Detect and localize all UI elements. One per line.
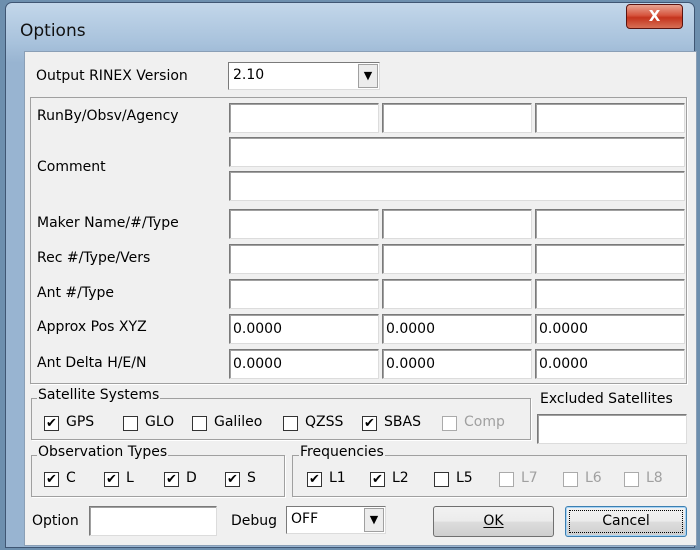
ok-button[interactable]: OK [433,506,554,537]
receiver-number-field[interactable] [229,244,379,274]
satellite-comp-checkbox [442,416,457,431]
obs-type-d-checkbox[interactable]: ✔ [164,472,179,487]
obs-type-d-label: D [186,470,197,486]
approx-pos-z-field[interactable]: 0.0000 [535,314,685,344]
antenna-type-field[interactable] [382,279,532,309]
frequency-l5-label: L5 [456,470,473,486]
frequency-l6-checkbox [563,472,578,487]
satellite-qzss-checkbox[interactable] [283,416,298,431]
satellite-gps-label: GPS [66,414,95,430]
satellite-qzss-label: QZSS [305,414,344,430]
approx-pos-label: Approx Pos XYZ [37,319,147,335]
runby-label: RunBy/Obsv/Agency [37,108,179,124]
satellite-galileo-label: Galileo [214,414,263,430]
focus-rectangle [569,510,683,533]
maker-name-field[interactable] [229,209,379,239]
observation-types-title: Observation Types [37,444,169,460]
debug-select[interactable]: OFF ▼ [286,506,386,534]
frequency-l6-label: L6 [585,470,602,486]
chevron-down-icon[interactable]: ▼ [364,508,384,532]
maker-label: Maker Name/#/Type [37,215,179,231]
receiver-label: Rec #/Type/Vers [37,250,151,266]
satellite-gps-checkbox[interactable]: ✔ [44,416,59,431]
agency-field[interactable] [535,103,685,133]
satellite-comp-label: Comp [464,414,505,430]
comment-label: Comment [37,159,106,175]
obs-type-c-label: C [66,470,76,486]
maker-type-field[interactable] [535,209,685,239]
satellite-systems-title: Satellite Systems [37,387,161,403]
frequency-l1-label: L1 [329,470,346,486]
rinex-version-label: Output RINEX Version [36,68,188,84]
frequency-l1-checkbox[interactable]: ✔ [307,472,322,487]
satellite-sbas-checkbox[interactable]: ✔ [362,416,377,431]
frequency-l5-checkbox[interactable] [434,472,449,487]
chevron-down-icon[interactable]: ▼ [358,64,378,88]
satellite-glo-label: GLO [145,414,175,430]
satellite-sbas-label: SBAS [384,414,421,430]
obs-type-s-checkbox[interactable]: ✔ [225,472,240,487]
obs-type-s-label: S [247,470,256,486]
debug-value: OFF [291,511,319,527]
observer-field[interactable] [382,103,532,133]
frequency-l8-checkbox [624,472,639,487]
obs-type-l-checkbox[interactable]: ✔ [104,472,119,487]
debug-label: Debug [231,513,278,529]
close-icon: X [648,7,661,25]
obs-type-c-checkbox[interactable]: ✔ [44,472,59,487]
excluded-satellites-label: Excluded Satellites [540,391,673,407]
option-label: Option [32,513,79,529]
frequency-l7-checkbox [499,472,514,487]
comment-field-2[interactable] [229,171,685,201]
antenna-label: Ant #/Type [37,285,114,301]
frequency-l2-label: L2 [392,470,409,486]
runby-field[interactable] [229,103,379,133]
maker-number-field[interactable] [382,209,532,239]
ant-delta-h-field[interactable]: 0.0000 [229,349,379,379]
ok-button-label: OK [483,513,504,529]
rinex-version-select[interactable]: 2.10 ▼ [228,62,380,90]
ant-delta-e-field[interactable]: 0.0000 [382,349,532,379]
obs-type-l-label: L [126,470,134,486]
frequency-l7-label: L7 [521,470,538,486]
rinex-version-value: 2.10 [233,67,265,83]
frequency-l2-checkbox[interactable]: ✔ [370,472,385,487]
excluded-satellites-field[interactable] [537,414,687,444]
satellite-galileo-checkbox[interactable] [192,416,207,431]
cancel-button[interactable]: Cancel [565,506,687,537]
frequency-l8-label: L8 [646,470,663,486]
frequencies-title: Frequencies [299,444,385,460]
antenna-number-field[interactable] [229,279,379,309]
antenna-extra-field[interactable] [535,279,685,309]
ant-delta-n-field[interactable]: 0.0000 [535,349,685,379]
close-button[interactable]: X [626,4,683,29]
window-title: Options [20,21,86,41]
ant-delta-label: Ant Delta H/E/N [37,355,147,371]
comment-field-1[interactable] [229,137,685,167]
receiver-type-field[interactable] [382,244,532,274]
option-field[interactable] [89,506,217,536]
approx-pos-x-field[interactable]: 0.0000 [229,314,379,344]
satellite-glo-checkbox[interactable] [123,416,138,431]
receiver-version-field[interactable] [535,244,685,274]
approx-pos-y-field[interactable]: 0.0000 [382,314,532,344]
